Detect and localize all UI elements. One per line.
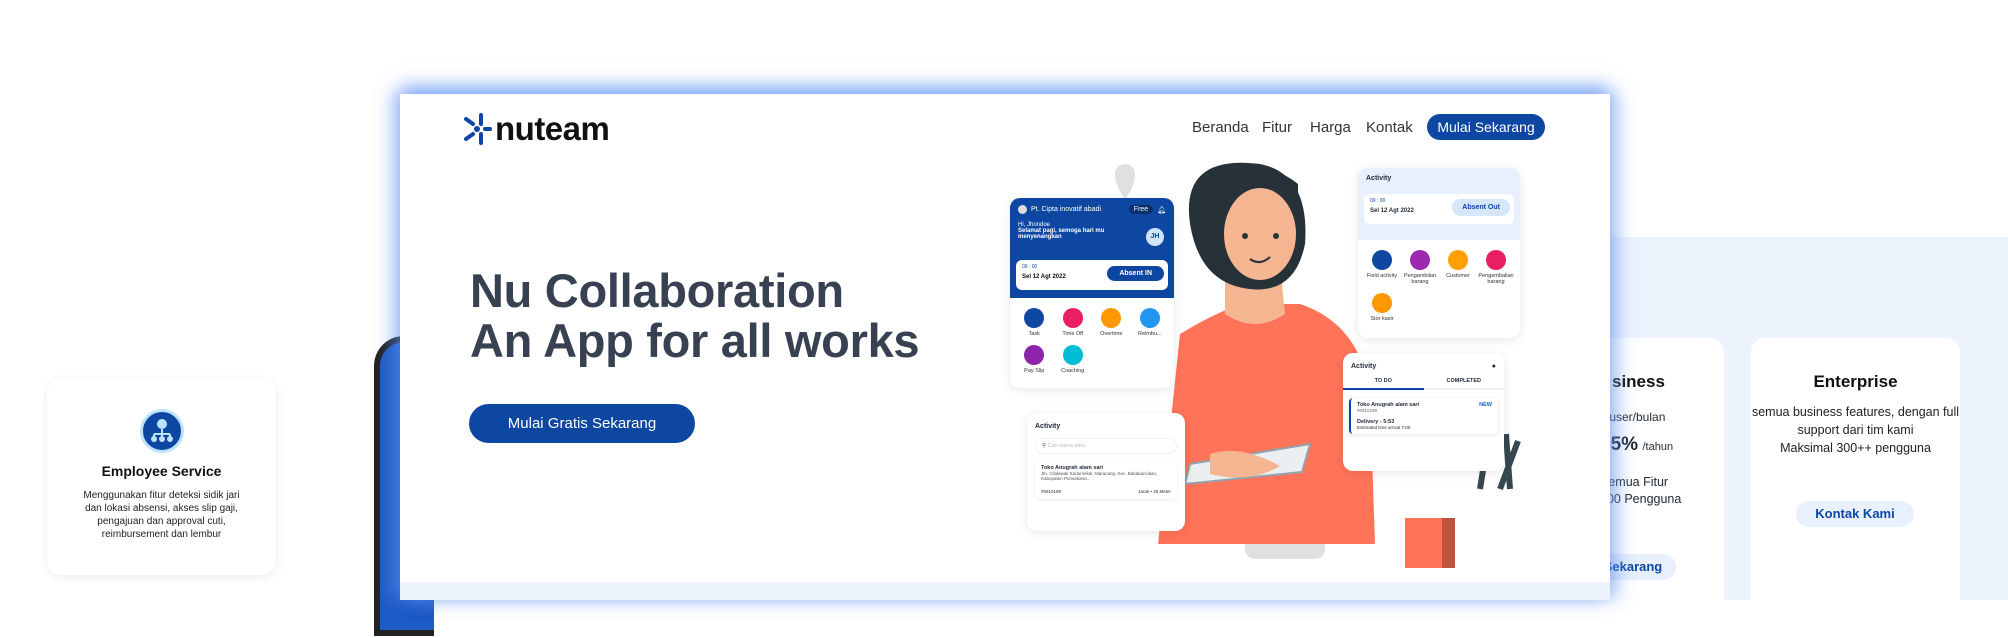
plan-badge: Free xyxy=(1128,205,1154,214)
menu-label: Field activity xyxy=(1366,273,1398,279)
menu-item[interactable]: Coaching xyxy=(1055,345,1092,374)
menu-icon xyxy=(1410,250,1430,270)
card-title: Activity xyxy=(1366,175,1392,182)
tab-completed[interactable]: COMPLETED xyxy=(1423,374,1504,390)
company-name: Pt. Cipta inovatif abadi xyxy=(1031,206,1102,213)
bell-icon[interactable]: 🔔︎ xyxy=(1157,206,1166,214)
order-code: #0910199 xyxy=(1041,489,1062,494)
menu-item[interactable]: Field activity xyxy=(1364,250,1400,285)
hero-line-1: Nu Collaboration xyxy=(470,264,844,317)
menu-label: Overtime xyxy=(1100,331,1123,337)
app-home-card: Pt. Cipta inovatif abadi Free 🔔︎ Hi, Jhon… xyxy=(1010,198,1174,388)
greeting-message: Selamat pagi, semoga hari mu menyenangka… xyxy=(1018,228,1105,240)
discount-unit: /tahun xyxy=(1642,441,1674,453)
menu-label: Stor kasir xyxy=(1370,316,1394,322)
location-pin-icon: ● xyxy=(1491,363,1496,370)
nav-beranda[interactable]: Beranda xyxy=(1192,119,1249,136)
pricing-card-enterprise: Enterprise semua business features, deng… xyxy=(1751,338,1960,638)
menu-grid: Field activity Pengambilan barang Customer… xyxy=(1358,240,1520,332)
nav-fitur[interactable]: Fitur xyxy=(1262,119,1292,136)
absent-out-button[interactable]: Absent Out xyxy=(1452,199,1510,216)
nav-harga[interactable]: Harga xyxy=(1310,119,1351,136)
plan-desc: semua business features, dengan full xyxy=(1751,405,1960,419)
menu-label: Time Off xyxy=(1062,331,1084,337)
order-code: #0910199 xyxy=(1357,408,1378,413)
card-title: Activity xyxy=(1351,363,1377,370)
menu-icon xyxy=(1024,345,1045,365)
menu-item[interactable]: Pengembalian barang xyxy=(1478,250,1514,285)
hero-title: Nu Collaboration An App for all works xyxy=(470,264,920,367)
menu-icon xyxy=(1139,308,1160,328)
absent-in-button[interactable]: Absent IN xyxy=(1107,266,1164,281)
distance: Jarak • 25 Meter xyxy=(1138,489,1171,494)
menu-icon xyxy=(1372,250,1392,270)
store-address: Jln. Cilalawak Kadumekar, Maracang, Kec.… xyxy=(1041,471,1158,481)
mulai-gratis-button[interactable]: Mulai Gratis Sekarang xyxy=(469,404,695,443)
menu-item[interactable]: Reimbu... xyxy=(1132,308,1169,337)
feature: Semua Fitur xyxy=(1600,475,1669,489)
plan-desc: support dari tim kami xyxy=(1797,423,1914,437)
card-desc: Menggunakan fitur deteksi sidik jari dan… xyxy=(83,490,240,540)
menu-item[interactable]: Stor kasir xyxy=(1364,293,1400,322)
menu-item[interactable]: Pay Slip xyxy=(1016,345,1053,374)
avatar: JH xyxy=(1146,228,1164,246)
employee-service-card: Employee Service Menggunakan fitur detek… xyxy=(47,379,276,575)
app-search-card: Activity ⚲ Cari nama toko Toko Anugrah a… xyxy=(1027,413,1185,531)
menu-icon xyxy=(1101,308,1122,328)
bottom-band xyxy=(400,582,1610,600)
menu-icon xyxy=(1372,293,1392,313)
org-chart-icon xyxy=(139,409,184,453)
menu-item[interactable]: Time Off xyxy=(1055,308,1092,337)
menu-item[interactable]: Customer xyxy=(1440,250,1476,285)
plan-title: Enterprise xyxy=(1813,372,1898,391)
logo-text: nuteam xyxy=(495,110,610,147)
plan-desc: Maksimal 300++ pengguna xyxy=(1780,441,1931,455)
menu-icon xyxy=(1486,250,1506,270)
search-input[interactable]: Cari nama toko xyxy=(1048,443,1085,449)
feature: 300 Pengguna xyxy=(1600,492,1682,506)
menu-item[interactable]: Pengambilan barang xyxy=(1402,250,1438,285)
nuteam-logo-icon xyxy=(464,113,492,145)
menu-label: Pengembalian barang xyxy=(1478,273,1514,285)
menu-label: Pay Slip xyxy=(1024,368,1045,374)
card-title: Activity xyxy=(1035,423,1061,430)
menu-icon xyxy=(1024,308,1045,328)
app-todo-card: ​Activity● TO DO COMPLETED Toko Anugrah … xyxy=(1343,353,1504,471)
card-title: Employee Service xyxy=(101,463,222,479)
app-activity-card: Activity 09 : 00 Sel 12 Agt 2022 Absent … xyxy=(1358,168,1520,338)
menu-grid: Task Time Off Overtime Reimbu... Pay Slip Coa… xyxy=(1010,298,1174,384)
new-badge: NEW xyxy=(1479,402,1492,408)
menu-label: Task xyxy=(1028,331,1040,337)
menu-label: Coaching xyxy=(1061,368,1085,374)
nav-kontak[interactable]: Kontak xyxy=(1366,119,1413,136)
eta: Estimated time arrival 7:00 xyxy=(1357,425,1411,430)
hero-line-2: An App for all works xyxy=(470,314,920,367)
menu-icon xyxy=(1448,250,1468,270)
menu-label: Pengambilan barang xyxy=(1403,273,1437,285)
logo: nuteam xyxy=(462,110,610,148)
menu-icon xyxy=(1062,308,1083,328)
tab-todo[interactable]: TO DO xyxy=(1343,374,1424,390)
kontak-kami-button[interactable]: Kontak Kami xyxy=(1796,501,1914,527)
menu-item[interactable]: Overtime xyxy=(1093,308,1130,337)
menu-label: Customer xyxy=(1446,273,1470,279)
menu-label: Reimbu... xyxy=(1137,331,1162,337)
hero-window: nuteam Beranda Fitur Harga Kontak Mulai … xyxy=(400,94,1610,600)
menu-icon xyxy=(1062,345,1083,365)
menu-item[interactable]: Task xyxy=(1016,308,1053,337)
search-icon: ⚲ xyxy=(1042,443,1047,449)
mulai-sekarang-button[interactable]: Mulai Sekarang xyxy=(1427,114,1545,140)
